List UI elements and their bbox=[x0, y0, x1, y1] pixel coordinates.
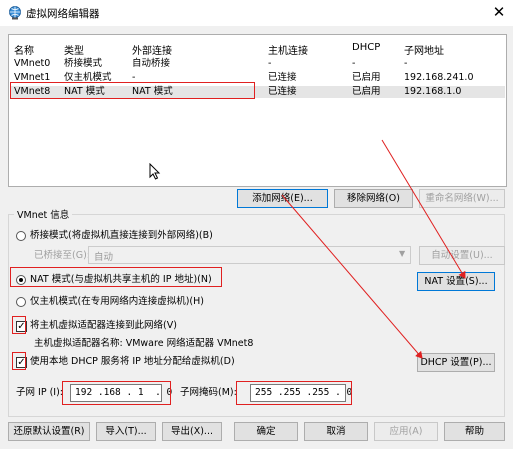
annotation-arrows bbox=[281, 139, 466, 359]
annotation-arrow bbox=[281, 194, 423, 359]
annotation-arrow bbox=[381, 139, 466, 279]
